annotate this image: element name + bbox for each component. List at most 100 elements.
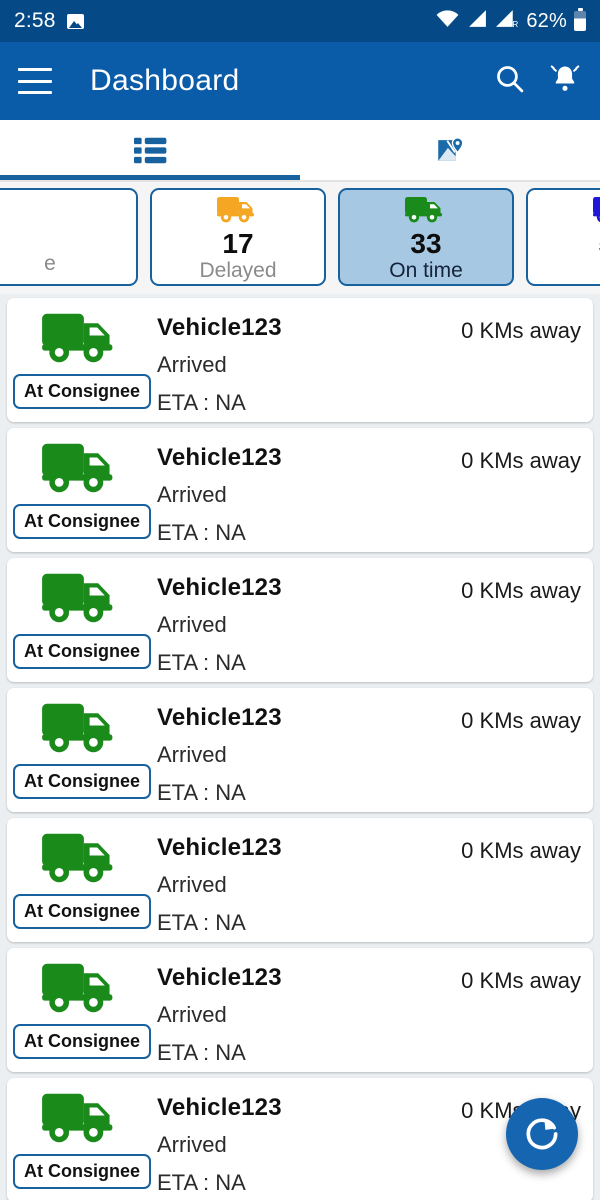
filter-chip-label: Delayed xyxy=(199,259,277,283)
truck-icon xyxy=(42,443,113,493)
refresh-fab-button[interactable] xyxy=(506,1098,578,1170)
vehicle-list-item[interactable]: At Consignee Vehicle123 Arrived ETA : NA 0 K… xyxy=(7,298,593,422)
vehicle-name: Vehicle123 xyxy=(157,964,282,991)
filter-chip-scroller[interactable]: e17Delayed33On time50All xyxy=(0,182,600,294)
filter-chip-e[interactable]: e xyxy=(0,188,138,286)
vehicle-name: Vehicle123 xyxy=(157,834,282,861)
truck-icon xyxy=(40,960,124,1022)
truck-icon xyxy=(404,193,448,227)
truck-icon xyxy=(40,1090,124,1152)
vehicle-distance: 0 KMs away xyxy=(461,448,581,473)
vehicle-status-badge: At Consignee xyxy=(12,1024,151,1059)
vehicle-item-icon-group: At Consignee xyxy=(7,696,157,799)
truck-icon xyxy=(42,703,113,753)
truck-icon xyxy=(42,573,113,623)
vehicle-distance: 0 KMs away xyxy=(461,318,581,343)
vehicle-list-item[interactable]: At Consignee Vehicle123 Arrived ETA : NA 0 K… xyxy=(7,818,593,942)
truck-icon xyxy=(405,196,442,223)
signal-bars-roaming-icon: R xyxy=(495,9,519,34)
filter-chip-label: On time xyxy=(389,259,463,283)
vehicle-name: Vehicle123 xyxy=(157,444,282,471)
vehicle-list[interactable]: At Consignee Vehicle123 Arrived ETA : NA 0 K… xyxy=(0,298,600,1200)
wifi-icon xyxy=(435,9,460,34)
truck-icon xyxy=(40,830,124,892)
filter-chip-count: 33 xyxy=(410,227,442,259)
vehicle-name: Vehicle123 xyxy=(157,704,282,731)
status-bar-right: R 62% xyxy=(435,8,586,34)
vehicle-distance: 0 KMs away xyxy=(461,838,581,863)
vehicle-trip-status: Arrived xyxy=(157,1002,227,1027)
status-bar-clock: 2:58 xyxy=(14,9,56,32)
vehicle-distance: 0 KMs away xyxy=(461,968,581,993)
vehicle-item-details: Vehicle123 Arrived ETA : NA xyxy=(157,826,461,936)
battery-icon xyxy=(574,8,586,31)
filter-chip-list: e17Delayed33On time50All xyxy=(0,188,600,286)
truck-icon xyxy=(42,833,113,883)
vehicle-eta: ETA : NA xyxy=(157,1040,246,1065)
truck-icon xyxy=(216,193,260,227)
vehicle-item-icon-group: At Consignee xyxy=(7,956,157,1059)
vehicle-trip-status: Arrived xyxy=(157,612,227,637)
vehicle-item-icon-group: At Consignee xyxy=(7,306,157,409)
filter-chip-count: 17 xyxy=(222,227,254,259)
vehicle-eta: ETA : NA xyxy=(157,780,246,805)
app-screen: 2:58 R 62% Dashboard e 17 Delayed 33 On … xyxy=(0,0,600,1200)
vehicle-eta: ETA : NA xyxy=(157,520,246,545)
vehicle-status-badge: At Consignee xyxy=(12,894,151,929)
app-bar: Dashboard xyxy=(0,42,600,120)
battery-percent-label: 62% xyxy=(526,9,567,32)
vehicle-trip-status: Arrived xyxy=(157,482,227,507)
tab-bar xyxy=(0,120,600,180)
vehicle-item-details: Vehicle123 Arrived ETA : NA xyxy=(157,436,461,546)
truck-icon xyxy=(40,440,124,502)
truck-icon xyxy=(40,570,124,632)
filter-chip-delayed[interactable]: 17 Delayed xyxy=(150,188,326,286)
vehicle-item-icon-group: At Consignee xyxy=(7,1086,157,1189)
vehicle-eta: ETA : NA xyxy=(157,1170,246,1195)
vehicle-status-badge: At Consignee xyxy=(12,374,151,409)
page-title: Dashboard xyxy=(90,64,240,97)
vehicle-list-item[interactable]: At Consignee Vehicle123 Arrived ETA : NA 0 K… xyxy=(7,1078,593,1200)
vehicle-status-badge: At Consignee xyxy=(12,764,151,799)
vehicle-list-item[interactable]: At Consignee Vehicle123 Arrived ETA : NA 0 K… xyxy=(7,948,593,1072)
active-tab-indicator xyxy=(0,175,300,180)
vehicle-name: Vehicle123 xyxy=(157,314,282,341)
app-bar-actions xyxy=(493,62,582,101)
truck-icon xyxy=(593,196,600,222)
truck-icon xyxy=(42,313,113,363)
vehicle-list-item[interactable]: At Consignee Vehicle123 Arrived ETA : NA 0 K… xyxy=(7,428,593,552)
vehicle-status-badge: At Consignee xyxy=(12,1154,151,1189)
status-bar-left: 2:58 xyxy=(14,9,84,33)
list-view-icon xyxy=(133,137,166,163)
vehicle-trip-status: Arrived xyxy=(157,872,227,897)
tab-list-view[interactable] xyxy=(0,120,300,180)
tab-map-view[interactable] xyxy=(300,120,600,180)
hamburger-menu-icon[interactable] xyxy=(18,68,52,94)
vehicle-list-item[interactable]: At Consignee Vehicle123 Arrived ETA : NA 0 K… xyxy=(7,558,593,682)
filter-chip-label: e xyxy=(44,252,56,275)
notification-bell-icon[interactable] xyxy=(548,62,582,101)
svg-text:R: R xyxy=(513,18,519,27)
vehicle-distance: 0 KMs away xyxy=(461,708,581,733)
truck-icon xyxy=(42,963,113,1013)
filter-chip-on-time[interactable]: 33 On time xyxy=(338,188,514,286)
vehicle-eta: ETA : NA xyxy=(157,390,246,415)
vehicle-item-details: Vehicle123 Arrived ETA : NA xyxy=(157,696,461,806)
vehicle-trip-status: Arrived xyxy=(157,742,227,767)
vehicle-list-item[interactable]: At Consignee Vehicle123 Arrived ETA : NA 0 K… xyxy=(7,688,593,812)
status-bar: 2:58 R 62% xyxy=(0,0,600,42)
vehicle-eta: ETA : NA xyxy=(157,650,246,675)
vehicle-trip-status: Arrived xyxy=(157,352,227,377)
vehicle-item-icon-group: At Consignee xyxy=(7,826,157,929)
map-pin-icon xyxy=(437,136,463,161)
vehicle-status-badge: At Consignee xyxy=(12,504,151,539)
truck-icon xyxy=(40,310,124,372)
signal-bars-icon xyxy=(467,9,488,34)
search-icon[interactable] xyxy=(493,62,526,100)
vehicle-status-badge: At Consignee xyxy=(12,634,151,669)
vehicle-name: Vehicle123 xyxy=(157,574,282,601)
truck-icon xyxy=(40,700,124,762)
vehicle-name: Vehicle123 xyxy=(157,1094,282,1121)
filter-chip-all[interactable]: 50All xyxy=(526,188,600,286)
vehicle-item-details: Vehicle123 Arrived ETA : NA xyxy=(157,306,461,416)
